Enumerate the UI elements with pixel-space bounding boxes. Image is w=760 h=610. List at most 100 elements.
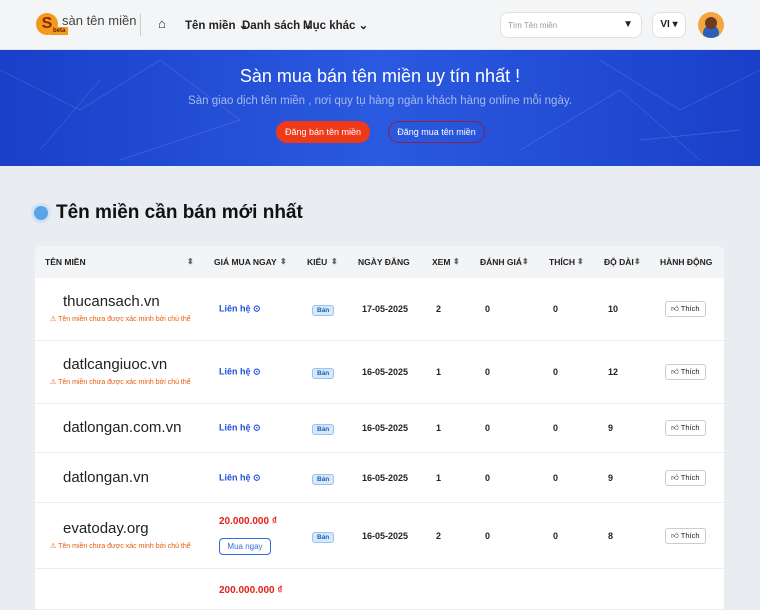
buy-domain-button[interactable]: Đăng mua tên miền xyxy=(388,121,485,143)
thumbs-up-icon: 👍︎ xyxy=(671,472,679,482)
like-button[interactable]: 👍︎ Thích xyxy=(665,469,706,486)
post-date: 16-05-2025 xyxy=(362,530,409,541)
domain-name[interactable]: evatoday.org xyxy=(63,520,149,537)
hero-subtitle: Sàn giao dịch tên miền , nơi quy tụ hàng… xyxy=(188,95,572,107)
views: 1 xyxy=(436,367,442,377)
chat-icon: ⊙ xyxy=(253,303,261,314)
chat-icon: ⊙ xyxy=(253,422,261,433)
thumbs-up-icon: 👍︎ xyxy=(671,423,679,432)
post-date: 16-05-2025 xyxy=(362,423,409,433)
avatar[interactable] xyxy=(698,12,724,38)
col-price[interactable]: GIÁ MUA NGAY xyxy=(214,257,277,267)
buy-now-button[interactable]: Mua ngay xyxy=(219,537,271,555)
like-button[interactable]: 👍︎ Thích xyxy=(665,527,706,544)
views: 1 xyxy=(436,423,442,433)
type-badge: Bán xyxy=(312,423,335,435)
table-row[interactable]: datlongan.com.vn Liên hệ ⊙ Bán 16-05-202… xyxy=(35,404,724,452)
likes: 0 xyxy=(553,367,559,377)
contact-link[interactable]: Liên hệ ⊙ xyxy=(219,423,261,434)
logo-text: sàn tên miền xyxy=(62,12,137,28)
chat-icon: ⊙ xyxy=(253,472,261,482)
sort-icon[interactable]: ⬍ xyxy=(187,257,194,266)
domain-table: TÊN MIỀN ⬍ GIÁ MUA NGAY ⬍ KIỂU ⬍ NGÀY ĐĂNG … xyxy=(35,246,724,610)
sort-icon[interactable]: ⬍ xyxy=(280,257,287,266)
length: 8 xyxy=(608,530,614,541)
logo-icon: Sbeta xyxy=(36,13,69,35)
language-select[interactable]: VI ▾ xyxy=(652,12,686,38)
warning-icon: ⚠ xyxy=(50,542,57,550)
length: 9 xyxy=(608,472,614,483)
table-header: TÊN MIỀN ⬍ GIÁ MUA NGAY ⬍ KIỂU ⬍ NGÀY ĐĂNG … xyxy=(35,246,724,278)
col-views[interactable]: XEM xyxy=(432,257,450,267)
length: 10 xyxy=(608,304,619,314)
contact-link[interactable]: Liên hệ ⊙ xyxy=(219,304,261,315)
table-row[interactable]: thucansach.vn ⚠ Tên miền chưa được xác m… xyxy=(35,278,724,340)
sort-icon[interactable]: ⬍ xyxy=(577,257,584,266)
thumbs-up-icon: 👍︎ xyxy=(671,304,679,313)
dot-icon xyxy=(34,206,48,220)
post-date: 17-05-2025 xyxy=(362,304,409,314)
sort-icon[interactable]: ⬍ xyxy=(331,257,338,266)
col-likes[interactable]: THÍCH xyxy=(549,257,575,267)
views: 1 xyxy=(436,472,442,483)
post-date: 16-05-2025 xyxy=(362,367,409,377)
chat-icon: ⊙ xyxy=(253,366,261,377)
thumbs-up-icon: 👍︎ xyxy=(671,530,679,540)
likes: 0 xyxy=(553,472,559,483)
unverified-warning: ⚠ Tên miền chưa được xác minh bởi chủ th… xyxy=(50,379,191,386)
length: 12 xyxy=(608,367,619,377)
likes: 0 xyxy=(553,423,559,433)
col-date: NGÀY ĐĂNG xyxy=(358,257,410,267)
views: 2 xyxy=(436,530,442,541)
col-length[interactable]: ĐỘ DÀI xyxy=(604,257,634,267)
type-badge: Bán xyxy=(312,531,335,543)
domain-name[interactable]: datlongan.com.vn xyxy=(63,419,181,436)
menu-muc-khac[interactable]: Mục khác ⌄ xyxy=(303,18,368,32)
type-badge: Bán xyxy=(312,304,335,316)
sell-domain-button[interactable]: Đăng bán tên miền xyxy=(276,121,370,143)
col-type[interactable]: KIỂU xyxy=(307,257,327,267)
thumbs-up-icon: 👍︎ xyxy=(671,367,679,376)
like-button[interactable]: 👍︎ Thích xyxy=(665,301,706,317)
likes: 0 xyxy=(553,530,559,541)
divider xyxy=(140,14,141,36)
views: 2 xyxy=(436,304,442,314)
search-input[interactable]: Tìm Tên miền ▼ xyxy=(500,12,642,38)
type-badge: Bán xyxy=(312,367,335,379)
domain-name[interactable]: datlongan.vn xyxy=(63,469,149,486)
contact-link[interactable]: Liên hệ ⊙ xyxy=(219,472,261,483)
hero-title: Sàn mua bán tên miền uy tín nhất ! xyxy=(239,66,521,86)
warning-icon: ⚠ xyxy=(50,379,57,386)
length: 9 xyxy=(608,423,614,433)
rating: 0 xyxy=(485,423,491,433)
like-button[interactable]: 👍︎ Thích xyxy=(665,364,706,380)
table-row[interactable]: 200.000.000 ₫ xyxy=(35,569,724,609)
table-row[interactable]: datlcangiuoc.vn ⚠ Tên miền chưa được xác… xyxy=(35,341,724,403)
rating: 0 xyxy=(485,367,491,377)
top-nav: Sbeta sàn tên miền ⌂ Tên miền ⌄ Danh sác… xyxy=(0,0,760,50)
sort-icon[interactable]: ⬍ xyxy=(453,257,460,266)
table-row[interactable]: evatoday.org ⚠ Tên miền chưa được xác mi… xyxy=(35,503,724,568)
col-domain[interactable]: TÊN MIỀN xyxy=(45,257,86,267)
sort-icon[interactable]: ⬍ xyxy=(522,257,529,266)
like-button[interactable]: 👍︎ Thích xyxy=(665,420,706,436)
rating: 0 xyxy=(485,530,491,541)
likes: 0 xyxy=(553,304,559,314)
sort-icon[interactable]: ⬍ xyxy=(634,257,641,266)
section-title: Tên miền cần bán mới nhất xyxy=(34,202,303,224)
domain-name[interactable]: datlcangiuoc.vn xyxy=(63,356,167,373)
logo[interactable]: Sbeta sàn tên miền xyxy=(36,13,136,35)
type-badge: Bán xyxy=(312,473,335,485)
menu-ten-mien[interactable]: Tên miền ⌄ xyxy=(185,18,248,32)
hero-banner: Sàn mua bán tên miền uy tín nhất ! Sàn g… xyxy=(0,50,760,166)
col-rating[interactable]: ĐÁNH GIÁ xyxy=(480,257,522,267)
unverified-warning: ⚠ Tên miền chưa được xác minh bởi chủ th… xyxy=(50,316,191,323)
rating: 0 xyxy=(485,304,491,314)
filter-icon[interactable]: ▼ xyxy=(623,19,633,30)
table-row[interactable]: datlongan.vn Liên hệ ⊙ Bán 16-05-2025 1 … xyxy=(35,453,724,502)
domain-name[interactable]: thucansach.vn xyxy=(63,293,160,310)
price: 200.000.000 ₫ xyxy=(219,585,283,596)
post-date: 16-05-2025 xyxy=(362,472,409,483)
home-icon[interactable]: ⌂ xyxy=(158,16,166,31)
contact-link[interactable]: Liên hệ ⊙ xyxy=(219,367,261,378)
